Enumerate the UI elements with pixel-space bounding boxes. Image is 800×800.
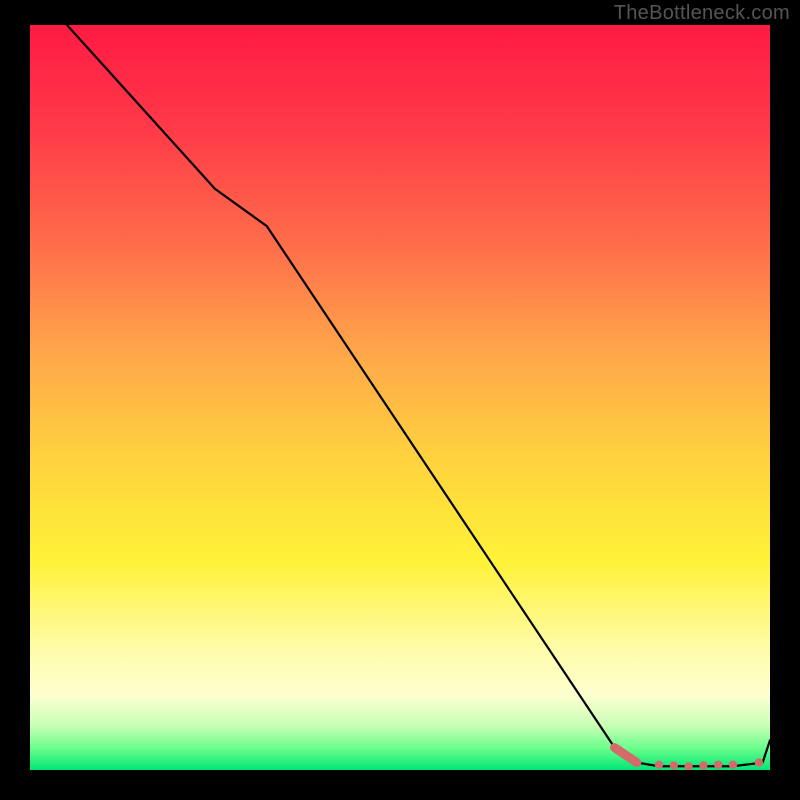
flat-segment-marker: [655, 761, 663, 769]
chart-svg: [30, 25, 770, 770]
plot-area: [30, 25, 770, 770]
flat-segment-marker: [684, 762, 692, 770]
bottleneck-curve: [30, 25, 770, 766]
flat-segment-marker: [670, 761, 678, 769]
chart-frame: TheBottleneck.com: [0, 0, 800, 800]
flat-segment-marker: [729, 761, 737, 769]
flat-segment-marker: [755, 758, 763, 766]
watermark-text: TheBottleneck.com: [614, 2, 790, 25]
flat-segment-marker: [714, 761, 722, 769]
flat-segment-marker: [633, 758, 641, 766]
flat-segment-marker: [699, 761, 707, 769]
